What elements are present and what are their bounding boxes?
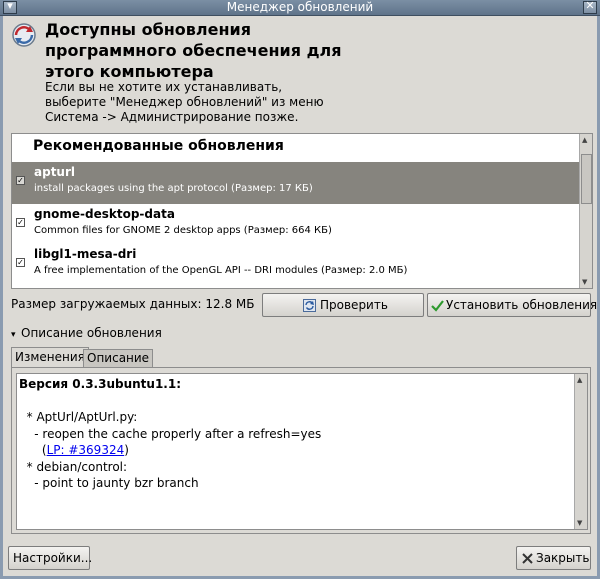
changes-link-suffix: ) <box>124 443 129 457</box>
update-description: A free implementation of the OpenGL API … <box>34 265 408 276</box>
recommended-updates-heading: Рекомендованные обновления <box>33 138 284 154</box>
update-description: Common files for GNOME 2 desktop apps (Р… <box>34 225 332 236</box>
header-description: Если вы не хотите их устанавливать, выбе… <box>45 80 375 125</box>
checkmark-icon <box>431 300 444 312</box>
update-manager-icon <box>12 23 36 47</box>
scroll-down-icon[interactable]: ▼ <box>577 519 582 527</box>
changes-scrollbar[interactable]: ▲ ▼ <box>574 374 587 529</box>
header-description-line: выберите "Менеджер обновлений" из меню <box>45 95 324 109</box>
update-row-gnome-desktop-data[interactable]: ✓ gnome-desktop-data Common files for GN… <box>12 204 579 246</box>
update-name: libgl1-mesa-dri <box>34 247 137 261</box>
install-updates-button-label: Установить обновления <box>446 298 598 312</box>
window-close-button[interactable]: ✕ <box>583 0 597 14</box>
header-title: Доступны обновления программного обеспеч… <box>45 20 342 81</box>
changes-line: * debian/control: <box>19 459 128 474</box>
tab-changes[interactable]: Изменения <box>11 347 89 369</box>
changes-tab-panel: Версия 0.3.3ubuntu1.1: * AptUrl/AptUrl.p… <box>11 367 591 534</box>
changes-line: - reopen the cache properly after a refr… <box>19 426 322 441</box>
update-row-libgl1-mesa-dri[interactable]: ✓ libgl1-mesa-dri A free implementation … <box>12 244 579 286</box>
update-checkbox[interactable]: ✓ <box>16 176 25 185</box>
changes-line: - point to jaunty bzr branch <box>19 476 199 490</box>
settings-button-label: Настройки... <box>13 551 93 565</box>
window-title: Менеджер обновлений <box>226 0 374 14</box>
check-button-label: Проверить <box>320 298 388 312</box>
scroll-down-icon[interactable]: ▼ <box>582 278 587 286</box>
install-updates-button[interactable]: Установить обновления <box>427 293 597 317</box>
changes-version-line: Версия 0.3.3ubuntu1.1: <box>19 377 181 391</box>
close-icon: ✕ <box>585 0 595 12</box>
close-icon <box>522 553 533 564</box>
changes-line-with-link: (LP: #369324) <box>19 442 321 459</box>
expander-label: Описание обновления <box>21 326 162 340</box>
changes-link-prefix: ( <box>19 443 47 457</box>
close-button-label: Закрыть <box>536 551 590 565</box>
header-description-line: Система -> Администрирование позже. <box>45 110 299 124</box>
launchpad-bug-link[interactable]: LP: #369324 <box>47 443 125 457</box>
close-button[interactable]: Закрыть <box>516 546 591 570</box>
update-description: install packages using the apt protocol … <box>34 183 313 194</box>
scrollbar-thumb[interactable] <box>581 154 592 204</box>
update-row-apturl[interactable]: ✓ apturl install packages using the apt … <box>12 162 579 204</box>
refresh-icon <box>303 299 316 312</box>
update-description-expander[interactable]: ▾ Описание обновления <box>11 326 162 340</box>
updates-list[interactable]: Рекомендованные обновления ✓ apturl inst… <box>11 133 593 289</box>
changes-line: * AptUrl/AptUrl.py: <box>19 410 138 424</box>
scroll-up-icon[interactable]: ▲ <box>582 136 587 144</box>
expander-arrow-icon: ▾ <box>11 330 16 340</box>
update-checkbox[interactable]: ✓ <box>16 218 25 227</box>
download-size-label: Размер загружаемых данных: 12.8 МБ <box>11 297 255 311</box>
header-description-line: Если вы не хотите их устанавливать, <box>45 80 283 94</box>
settings-button[interactable]: Настройки... <box>8 546 93 570</box>
update-name: gnome-desktop-data <box>34 207 175 221</box>
changes-text-view[interactable]: Версия 0.3.3ubuntu1.1: * AptUrl/AptUrl.p… <box>16 373 588 530</box>
updates-list-scrollbar[interactable]: ▲ ▼ <box>579 134 592 288</box>
check-button[interactable]: Проверить <box>262 293 424 317</box>
update-name: apturl <box>34 165 75 179</box>
changes-text: Версия 0.3.3ubuntu1.1: * AptUrl/AptUrl.p… <box>19 376 321 492</box>
scroll-up-icon[interactable]: ▲ <box>577 376 582 384</box>
window-titlebar[interactable]: ▾ Менеджер обновлений ✕ <box>0 0 600 16</box>
update-checkbox[interactable]: ✓ <box>16 258 25 267</box>
tab-description[interactable]: Описание <box>83 349 154 367</box>
